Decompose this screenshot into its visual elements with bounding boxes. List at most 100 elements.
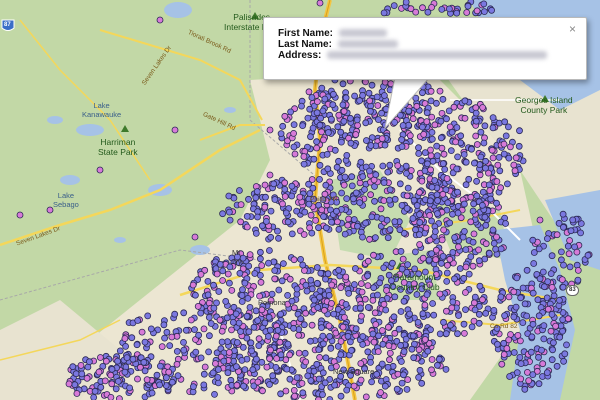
record-dot[interactable] bbox=[83, 374, 91, 382]
record-dot[interactable] bbox=[310, 155, 318, 163]
record-dot[interactable] bbox=[354, 122, 362, 129]
record-dot[interactable] bbox=[331, 146, 339, 154]
record-dot[interactable] bbox=[320, 136, 327, 144]
record-dot[interactable] bbox=[271, 267, 279, 274]
record-dot[interactable] bbox=[77, 361, 85, 369]
record-dot[interactable] bbox=[412, 226, 419, 234]
record-dot[interactable] bbox=[477, 153, 485, 161]
record-dot[interactable] bbox=[437, 134, 445, 142]
record-dot[interactable] bbox=[291, 150, 299, 158]
record-dot[interactable] bbox=[266, 171, 274, 179]
record-dot[interactable] bbox=[325, 322, 333, 330]
record-dot[interactable] bbox=[362, 219, 370, 227]
record-dot[interactable] bbox=[416, 218, 424, 226]
record-dot[interactable] bbox=[298, 102, 305, 110]
record-dot[interactable] bbox=[352, 325, 360, 333]
record-dot[interactable] bbox=[337, 392, 345, 400]
record-dot[interactable] bbox=[451, 234, 459, 241]
record-dot[interactable] bbox=[158, 343, 166, 351]
record-dot[interactable] bbox=[454, 243, 462, 251]
record-dot[interactable] bbox=[453, 165, 461, 173]
record-dot[interactable] bbox=[404, 184, 412, 192]
record-dot[interactable] bbox=[366, 97, 374, 105]
record-dot[interactable] bbox=[420, 130, 428, 138]
record-dot[interactable] bbox=[553, 362, 561, 370]
record-dot[interactable] bbox=[342, 300, 350, 308]
record-dot[interactable] bbox=[398, 379, 406, 387]
record-dot[interactable] bbox=[337, 128, 345, 136]
record-dot[interactable] bbox=[342, 273, 350, 281]
record-dot[interactable] bbox=[313, 264, 321, 271]
record-dot[interactable] bbox=[313, 109, 321, 117]
record-dot[interactable] bbox=[302, 281, 310, 289]
record-dot[interactable] bbox=[534, 296, 542, 304]
record-dot[interactable] bbox=[449, 248, 457, 256]
record-dot[interactable] bbox=[171, 310, 179, 318]
record-dot[interactable] bbox=[366, 235, 373, 243]
record-dot[interactable] bbox=[191, 326, 198, 334]
record-dot[interactable] bbox=[398, 143, 406, 151]
record-dot[interactable] bbox=[295, 331, 303, 339]
record-dot[interactable] bbox=[306, 105, 314, 113]
record-dot[interactable] bbox=[296, 193, 304, 201]
record-dot[interactable] bbox=[427, 87, 435, 95]
record-dot[interactable] bbox=[310, 296, 318, 304]
record-dot[interactable] bbox=[493, 178, 501, 185]
record-dot[interactable] bbox=[418, 379, 426, 387]
record-dot[interactable] bbox=[378, 360, 386, 368]
record-dot[interactable] bbox=[446, 219, 454, 227]
record-dot[interactable] bbox=[496, 167, 504, 175]
record-dot[interactable] bbox=[380, 9, 388, 17]
record-dot[interactable] bbox=[211, 390, 218, 398]
record-dot[interactable] bbox=[364, 303, 372, 311]
record-dot[interactable] bbox=[165, 368, 173, 376]
record-dot[interactable] bbox=[523, 312, 531, 320]
record-dot[interactable] bbox=[380, 197, 388, 205]
record-dot[interactable] bbox=[121, 335, 129, 342]
record-dot[interactable] bbox=[430, 311, 438, 319]
record-dot[interactable] bbox=[334, 305, 342, 313]
record-dot[interactable] bbox=[529, 371, 537, 379]
record-dot[interactable] bbox=[370, 338, 378, 346]
record-dot[interactable] bbox=[357, 360, 365, 367]
record-dot[interactable] bbox=[367, 358, 374, 366]
record-dot[interactable] bbox=[316, 0, 324, 7]
record-dot[interactable] bbox=[334, 123, 342, 131]
record-dot[interactable] bbox=[446, 255, 454, 263]
record-dot[interactable] bbox=[255, 342, 263, 350]
record-dot[interactable] bbox=[498, 360, 506, 368]
record-dot[interactable] bbox=[429, 157, 437, 165]
record-dot[interactable] bbox=[288, 297, 296, 305]
record-dot[interactable] bbox=[191, 291, 199, 299]
record-dot[interactable] bbox=[566, 263, 574, 271]
record-dot[interactable] bbox=[224, 270, 232, 278]
record-dot[interactable] bbox=[448, 304, 456, 312]
record-dot[interactable] bbox=[286, 375, 294, 383]
record-dot[interactable] bbox=[385, 342, 393, 350]
record-dot[interactable] bbox=[359, 333, 367, 340]
record-dot[interactable] bbox=[324, 165, 332, 173]
record-dot[interactable] bbox=[438, 5, 446, 13]
record-dot[interactable] bbox=[427, 97, 435, 105]
record-dot[interactable] bbox=[134, 375, 141, 383]
record-dot[interactable] bbox=[344, 332, 352, 340]
record-dot[interactable] bbox=[143, 376, 151, 384]
record-dot[interactable] bbox=[369, 296, 377, 304]
record-dot[interactable] bbox=[254, 317, 262, 324]
record-dot[interactable] bbox=[369, 330, 377, 338]
record-dot[interactable] bbox=[102, 357, 110, 365]
record-dot[interactable] bbox=[282, 209, 290, 217]
record-dot[interactable] bbox=[556, 333, 564, 341]
record-dot[interactable] bbox=[329, 90, 337, 98]
record-dot[interactable] bbox=[343, 195, 351, 203]
record-dot[interactable] bbox=[347, 139, 355, 147]
record-dot[interactable] bbox=[547, 270, 555, 278]
record-dot[interactable] bbox=[326, 396, 334, 400]
record-dot[interactable] bbox=[443, 277, 451, 285]
record-dot[interactable] bbox=[380, 92, 388, 99]
record-dot[interactable] bbox=[521, 385, 529, 393]
record-dot[interactable] bbox=[340, 313, 348, 321]
record-dot[interactable] bbox=[315, 224, 322, 232]
record-dot[interactable] bbox=[345, 215, 353, 223]
record-dot[interactable] bbox=[359, 233, 366, 241]
